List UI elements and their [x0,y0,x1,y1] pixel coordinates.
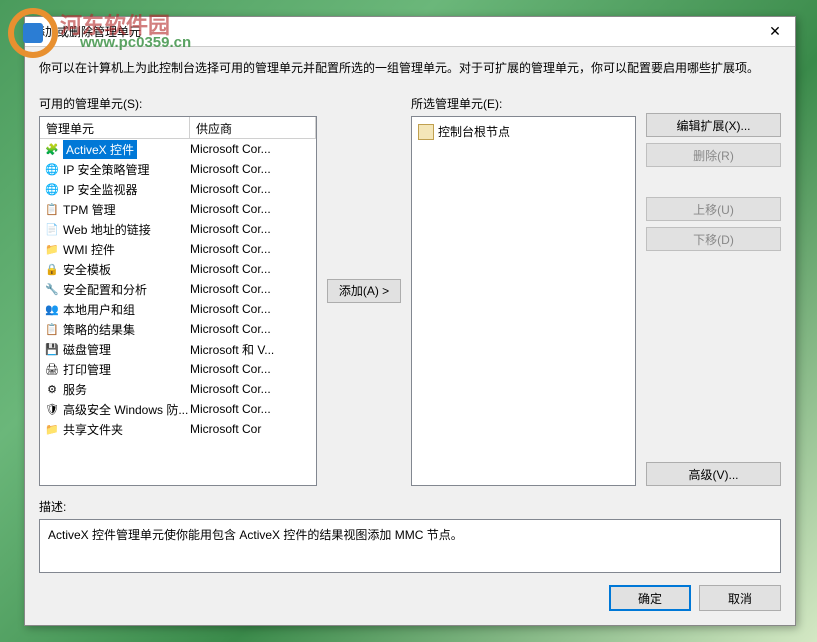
snapin-vendor: Microsoft Cor... [190,302,312,316]
snapin-vendor: Microsoft Cor... [190,162,312,176]
list-item[interactable]: 📋策略的结果集 Microsoft Cor... [40,319,316,339]
snapin-name: IP 安全策略管理 [63,161,149,178]
list-item[interactable]: 🧩ActiveX 控件 Microsoft Cor... [40,139,316,159]
snapin-icon: 🧩 [44,141,60,157]
list-item[interactable]: 🔧安全配置和分析 Microsoft Cor... [40,279,316,299]
list-item[interactable]: 💾磁盘管理 Microsoft 和 V... [40,339,316,359]
tree-root-label: 控制台根节点 [438,123,510,140]
snapin-vendor: Microsoft Cor... [190,222,312,236]
snapin-name: 策略的结果集 [63,321,135,338]
snapin-vendor: Microsoft Cor... [190,262,312,276]
col-snapin[interactable]: 管理单元 [40,117,190,138]
snapin-name: 打印管理 [63,361,111,378]
snapin-name: 高级安全 Windows 防... [63,401,188,418]
snapin-name: 安全配置和分析 [63,281,147,298]
dialog-window: 添加或删除管理单元 ✕ 你可以在计算机上为此控制台选择可用的管理单元并配置所选的… [24,16,796,626]
folder-icon [418,124,434,140]
list-item[interactable]: 🌐IP 安全策略管理 Microsoft Cor... [40,159,316,179]
snapin-icon: 📁 [44,241,60,257]
advanced-button[interactable]: 高级(V)... [646,462,781,486]
snapin-icon: 📋 [44,201,60,217]
snapin-icon: 🌐 [44,181,60,197]
list-item[interactable]: 🔒安全模板 Microsoft Cor... [40,259,316,279]
snapin-name: 本地用户和组 [63,301,135,318]
available-label: 可用的管理单元(S): [39,95,317,112]
list-header: 管理单元 供应商 [40,117,316,139]
snapin-vendor: Microsoft Cor [190,422,312,436]
list-item[interactable]: 📁共享文件夹 Microsoft Cor [40,419,316,439]
snapin-name: 安全模板 [63,261,111,278]
list-item[interactable]: 👥本地用户和组 Microsoft Cor... [40,299,316,319]
selected-label: 所选管理单元(E): [411,95,636,112]
dialog-content: 你可以在计算机上为此控制台选择可用的管理单元并配置所选的一组管理单元。对于可扩展… [25,47,795,625]
snapin-vendor: Microsoft Cor... [190,142,312,156]
snapin-icon: 👥 [44,301,60,317]
window-title: 添加或删除管理单元 [33,23,755,40]
snapin-vendor: Microsoft 和 V... [190,341,312,358]
col-vendor[interactable]: 供应商 [190,117,316,138]
list-item[interactable]: 🌐IP 安全监视器 Microsoft Cor... [40,179,316,199]
snapin-icon: 🌐 [44,161,60,177]
list-item[interactable]: 🖨打印管理 Microsoft Cor... [40,359,316,379]
description-box: ActiveX 控件管理单元使你能用包含 ActiveX 控件的结果视图添加 M… [39,519,781,573]
snapin-name: WMI 控件 [63,241,115,258]
list-item[interactable]: 📋TPM 管理 Microsoft Cor... [40,199,316,219]
tree-root-item[interactable]: 控制台根节点 [416,121,631,142]
snapin-vendor: Microsoft Cor... [190,362,312,376]
snapin-icon: 🛡 [44,401,60,417]
snapin-vendor: Microsoft Cor... [190,202,312,216]
list-item[interactable]: 📁WMI 控件 Microsoft Cor... [40,239,316,259]
selected-tree[interactable]: 控制台根节点 [411,116,636,486]
cancel-button[interactable]: 取消 [699,585,781,611]
snapin-icon: 🖨 [44,361,60,377]
snapin-icon: 💾 [44,341,60,357]
snapin-icon: 📄 [44,221,60,237]
move-up-button[interactable]: 上移(U) [646,197,781,221]
snapin-vendor: Microsoft Cor... [190,322,312,336]
snapin-name: Web 地址的链接 [63,221,151,238]
snapin-icon: 🔒 [44,261,60,277]
snapin-name: 共享文件夹 [63,421,123,438]
list-item[interactable]: ⚙服务 Microsoft Cor... [40,379,316,399]
list-item[interactable]: 📄Web 地址的链接 Microsoft Cor... [40,219,316,239]
list-item[interactable]: 🛡高级安全 Windows 防...Microsoft Cor... [40,399,316,419]
snapin-vendor: Microsoft Cor... [190,382,312,396]
snapin-name: TPM 管理 [63,201,116,218]
snapin-name: 磁盘管理 [63,341,111,358]
snapin-vendor: Microsoft Cor... [190,402,312,416]
ok-button[interactable]: 确定 [609,585,691,611]
close-button[interactable]: ✕ [755,17,795,47]
available-listbox[interactable]: 管理单元 供应商 🧩ActiveX 控件Microsoft Cor...🌐IP … [39,116,317,486]
add-button[interactable]: 添加(A) > [327,279,401,303]
snapin-name: IP 安全监视器 [63,181,137,198]
edit-extensions-button[interactable]: 编辑扩展(X)... [646,113,781,137]
description-text: ActiveX 控件管理单元使你能用包含 ActiveX 控件的结果视图添加 M… [48,528,463,542]
snapin-vendor: Microsoft Cor... [190,182,312,196]
snapin-icon: 🔧 [44,281,60,297]
snapin-vendor: Microsoft Cor... [190,242,312,256]
remove-button[interactable]: 删除(R) [646,143,781,167]
snapin-icon: 📋 [44,321,60,337]
snapin-icon: 📁 [44,421,60,437]
snapin-name: 服务 [63,381,87,398]
snapin-vendor: Microsoft Cor... [190,282,312,296]
titlebar: 添加或删除管理单元 ✕ [25,17,795,47]
snapin-name: ActiveX 控件 [63,140,137,159]
intro-text: 你可以在计算机上为此控制台选择可用的管理单元并配置所选的一组管理单元。对于可扩展… [39,59,781,77]
snapin-icon: ⚙ [44,381,60,397]
move-down-button[interactable]: 下移(D) [646,227,781,251]
description-label: 描述: [39,498,781,515]
